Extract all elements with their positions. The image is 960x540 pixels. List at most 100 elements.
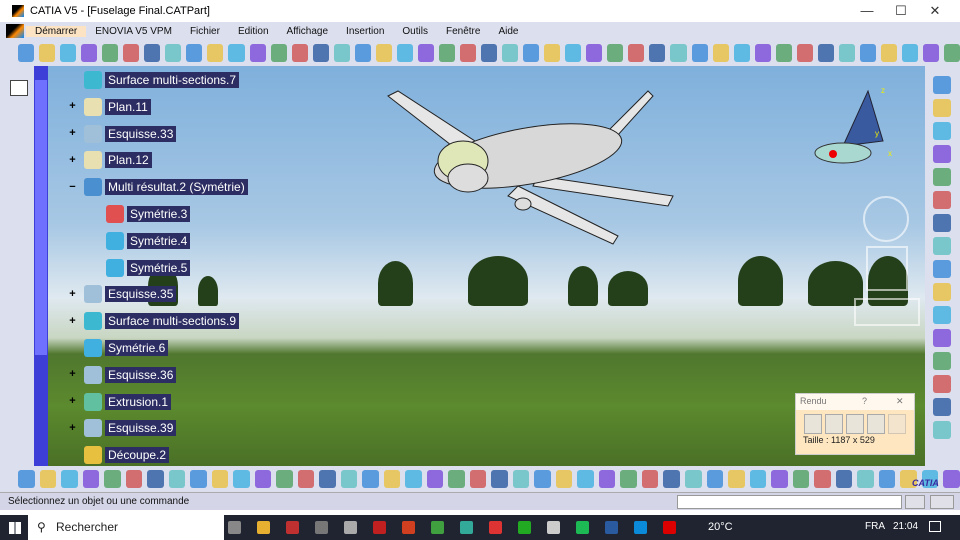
tool-button-icon[interactable] [375, 44, 392, 62]
tool-button-icon[interactable] [362, 470, 379, 488]
tree-item[interactable]: Symétrie.3 [106, 205, 191, 223]
tool-button-icon[interactable] [933, 421, 951, 439]
tool-button-icon[interactable] [396, 44, 413, 62]
taskbar-app-icon[interactable] [344, 521, 357, 534]
expander-icon[interactable]: + [68, 396, 77, 407]
tool-button-icon[interactable] [125, 470, 143, 488]
rendu-close-button[interactable]: ✕ [896, 396, 904, 407]
expander-icon[interactable]: − [68, 181, 77, 192]
taskbar-app-icon[interactable] [518, 521, 531, 534]
tool-button-icon[interactable] [775, 44, 792, 62]
status-button-2[interactable] [930, 495, 954, 509]
tool-button-icon[interactable] [933, 168, 951, 186]
tool-button-icon[interactable] [319, 470, 336, 488]
tool-button-icon[interactable] [620, 470, 637, 488]
tool-button-icon[interactable] [512, 470, 530, 488]
tool-button-icon[interactable] [684, 470, 702, 488]
tool-button-icon[interactable] [933, 214, 951, 232]
tree-item[interactable]: − Multi résultat.2 (Symétrie) [68, 178, 248, 197]
expander-icon[interactable] [68, 344, 77, 353]
taskbar-app-icon[interactable] [286, 521, 299, 534]
render-settings-button[interactable] [825, 414, 843, 434]
taskbar-app-icon[interactable] [634, 521, 647, 534]
tool-button-icon[interactable] [312, 44, 329, 62]
scroll-thumb[interactable] [35, 80, 47, 355]
command-input[interactable] [677, 495, 902, 509]
tool-button-icon[interactable] [481, 44, 498, 62]
tool-button-icon[interactable] [857, 470, 874, 488]
tool-button-icon[interactable] [933, 306, 951, 324]
tree-item[interactable]: Découpe.2 [68, 446, 170, 465]
tool-button-icon[interactable] [39, 44, 56, 62]
expander-icon[interactable]: + [68, 128, 77, 139]
render-region-button[interactable] [846, 414, 864, 434]
tool-button-icon[interactable] [835, 470, 853, 488]
tree-item[interactable]: + Plan.12 [68, 151, 152, 170]
tool-button-icon[interactable] [933, 398, 951, 416]
tool-button-icon[interactable] [276, 470, 293, 488]
tool-button-icon[interactable] [749, 470, 767, 488]
search-box[interactable]: ⚲ Rechercher [28, 515, 224, 540]
tool-button-icon[interactable] [426, 470, 444, 488]
save-render-button[interactable] [888, 414, 906, 434]
tool-button-icon[interactable] [933, 99, 951, 117]
tool-button-icon[interactable] [712, 44, 729, 62]
tree-item[interactable]: + Extrusion.1 [68, 392, 172, 411]
menu-fenetre[interactable]: Fenêtre [437, 26, 489, 37]
tool-button-icon[interactable] [586, 44, 603, 62]
tree-scrollbar[interactable] [34, 66, 48, 466]
tool-button-icon[interactable] [233, 470, 250, 488]
status-button-1[interactable] [905, 495, 925, 509]
tool-button-icon[interactable] [448, 470, 465, 488]
tool-button-icon[interactable] [82, 470, 100, 488]
expander-icon[interactable]: + [68, 422, 77, 433]
pan-control[interactable] [854, 298, 920, 326]
taskbar-app-icon[interactable] [605, 521, 618, 534]
tool-button-icon[interactable] [641, 470, 659, 488]
tool-button-icon[interactable] [814, 470, 831, 488]
menu-outils[interactable]: Outils [393, 26, 437, 37]
tool-button-icon[interactable] [249, 44, 266, 62]
tool-button-icon[interactable] [147, 470, 164, 488]
tool-button-icon[interactable] [607, 44, 624, 62]
tool-button-icon[interactable] [333, 44, 350, 62]
tool-button-icon[interactable] [207, 44, 224, 62]
tool-button-icon[interactable] [123, 44, 140, 62]
taskbar-app-icon[interactable] [460, 521, 473, 534]
expander-icon[interactable]: + [68, 288, 77, 299]
render-button[interactable] [804, 414, 822, 434]
taskbar-app-icon[interactable] [257, 521, 270, 534]
tool-button-icon[interactable] [771, 470, 788, 488]
tool-button-icon[interactable] [383, 470, 401, 488]
menu-aide[interactable]: Aide [489, 26, 527, 37]
tool-button-icon[interactable] [417, 44, 434, 62]
taskbar-app-icon[interactable] [315, 521, 328, 534]
tool-button-icon[interactable] [901, 44, 919, 62]
tool-button-icon[interactable] [144, 44, 161, 62]
tool-button-icon[interactable] [534, 470, 551, 488]
clock[interactable]: 21:04 [893, 521, 918, 532]
menu-fichier[interactable]: Fichier [181, 26, 229, 37]
tool-button-icon[interactable] [60, 44, 77, 62]
tool-button-icon[interactable] [438, 44, 455, 62]
tool-button-icon[interactable] [817, 44, 834, 62]
tool-button-icon[interactable] [706, 470, 724, 488]
tool-button-icon[interactable] [211, 470, 229, 488]
notification-icon[interactable] [929, 521, 941, 532]
tool-button-icon[interactable] [81, 44, 98, 62]
taskbar-app-icon[interactable] [547, 521, 560, 534]
tree-item[interactable]: Surface multi-sections.7 [68, 71, 240, 89]
doc-icon[interactable] [6, 24, 24, 38]
tool-button-icon[interactable] [933, 329, 951, 347]
tool-button-icon[interactable] [933, 260, 951, 278]
tool-button-icon[interactable] [728, 470, 745, 488]
tool-button-icon[interactable] [933, 237, 951, 255]
taskbar-app-icon[interactable] [489, 521, 502, 534]
tool-button-icon[interactable] [933, 145, 951, 163]
tool-button-icon[interactable] [502, 44, 519, 62]
tool-button-icon[interactable] [228, 44, 245, 62]
tool-button-icon[interactable] [405, 470, 422, 488]
tool-button-icon[interactable] [186, 44, 203, 62]
minimize-button[interactable]: — [850, 0, 884, 22]
tool-button-icon[interactable] [859, 44, 876, 62]
